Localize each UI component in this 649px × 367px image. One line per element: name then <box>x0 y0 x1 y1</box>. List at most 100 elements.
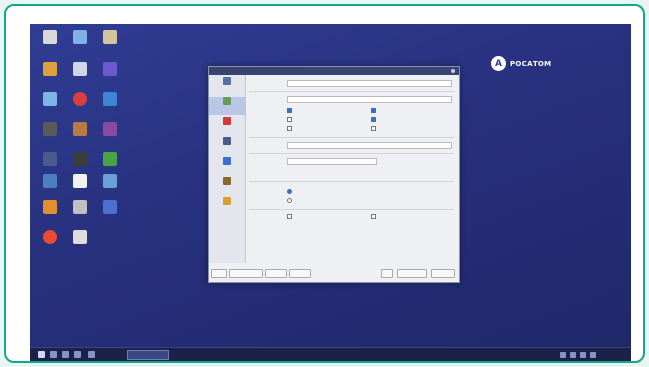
screen-icon <box>43 174 57 188</box>
cursor-select[interactable] <box>287 80 452 87</box>
desktop-icon-20[interactable] <box>66 200 94 214</box>
category-clock[interactable] <box>209 177 245 195</box>
network-icon[interactable] <box>570 352 576 358</box>
workspace-switcher[interactable] <box>88 351 95 358</box>
desktop-icon-8[interactable] <box>66 92 94 106</box>
document-icon <box>73 62 87 76</box>
desktop-icon-9[interactable] <box>96 92 124 106</box>
desktop-icon-3[interactable] <box>96 30 124 44</box>
window-icon <box>223 77 231 85</box>
desktop-icon-16[interactable] <box>36 174 64 188</box>
brush-icon <box>223 157 231 165</box>
keyboard-layout-icon[interactable] <box>560 352 566 358</box>
desktop-icon-21[interactable] <box>96 200 124 214</box>
category-fonts[interactable] <box>209 117 245 135</box>
extra-options-block <box>249 213 454 233</box>
taskbar-task-settings[interactable] <box>127 350 169 360</box>
document-icon <box>73 230 87 244</box>
category-panel[interactable] <box>209 97 245 115</box>
browser-icon <box>43 230 57 244</box>
cursor-row <box>249 79 454 89</box>
desktop-icon-14[interactable] <box>66 152 94 166</box>
checkbox[interactable] <box>371 126 376 131</box>
dialog-button-2[interactable] <box>229 269 263 278</box>
checkbox[interactable] <box>287 126 292 131</box>
divider <box>249 209 454 210</box>
desktop-icon-23[interactable] <box>66 230 94 244</box>
cube-icon <box>103 200 117 214</box>
radio[interactable] <box>287 189 292 194</box>
terminal-icon <box>73 152 87 166</box>
category-desktop[interactable] <box>209 137 245 155</box>
desktop-icon-11[interactable] <box>66 122 94 136</box>
desktop-icon-6[interactable] <box>96 62 124 76</box>
size-block <box>249 185 454 207</box>
icons-row <box>249 95 454 105</box>
option-right-3[interactable] <box>371 125 441 131</box>
window-titlebar[interactable] <box>209 67 459 75</box>
monitor-icon <box>73 30 87 44</box>
desktop-icon-4[interactable] <box>36 62 64 76</box>
checkbox[interactable] <box>371 214 376 219</box>
checkbox[interactable] <box>371 117 376 122</box>
quick-launch-icon[interactable] <box>50 351 57 358</box>
divider <box>249 181 454 182</box>
dialog-button-1[interactable] <box>211 269 227 278</box>
option-right-1[interactable] <box>371 107 441 113</box>
option-left-2[interactable] <box>287 116 357 122</box>
document-icon <box>73 174 87 188</box>
combo-option-1[interactable] <box>287 213 357 219</box>
checkbox[interactable] <box>287 214 292 219</box>
desktop-icon-22[interactable] <box>36 230 64 244</box>
desktop-icon-1[interactable] <box>36 30 64 44</box>
category-programs[interactable] <box>209 197 245 215</box>
desktop-icon-17[interactable] <box>66 174 94 188</box>
settings-window[interactable] <box>208 66 460 283</box>
desktop-icon-19[interactable] <box>36 200 64 214</box>
checkbox[interactable] <box>287 117 292 122</box>
settings-main <box>249 79 454 235</box>
app-icon <box>103 152 117 166</box>
dialog-button-6[interactable] <box>397 269 427 278</box>
decoration-select[interactable] <box>287 142 452 149</box>
radio[interactable] <box>287 198 292 203</box>
people-icon <box>73 200 87 214</box>
color-scheme-select[interactable] <box>287 158 377 165</box>
quick-launch-icon[interactable] <box>74 351 81 358</box>
quick-launch-icon[interactable] <box>62 351 69 358</box>
desktop-icon-7[interactable] <box>36 92 64 106</box>
settings-category-list <box>209 75 246 263</box>
radio-option-1[interactable] <box>287 188 357 194</box>
dialog-button-7[interactable] <box>431 269 455 278</box>
rosatom-logo-icon: A <box>491 56 506 71</box>
volume-icon[interactable] <box>580 352 586 358</box>
panel-icon <box>223 97 231 105</box>
printer-icon <box>43 122 57 136</box>
option-left-1[interactable] <box>287 107 357 113</box>
desktop-icon-12[interactable] <box>96 122 124 136</box>
option-left-3[interactable] <box>287 125 357 131</box>
desktop-icon-13[interactable] <box>36 152 64 166</box>
checkbox[interactable] <box>371 108 376 113</box>
dialog-button-4[interactable] <box>289 269 311 278</box>
category-effects[interactable] <box>209 157 245 175</box>
option-right-2[interactable] <box>371 116 441 122</box>
calendar-icon <box>103 174 117 188</box>
checkbox[interactable] <box>287 108 292 113</box>
dialog-button-5[interactable] <box>381 269 393 278</box>
rosatom-logo-text: РОСАТОМ <box>510 59 552 68</box>
desktop-icon-2[interactable] <box>66 30 94 44</box>
tray-icon[interactable] <box>590 352 596 358</box>
gear-icon <box>223 197 231 205</box>
desktop-icon-15[interactable] <box>96 152 124 166</box>
dialog-button-3[interactable] <box>265 269 287 278</box>
desktop-icon-10[interactable] <box>36 122 64 136</box>
combo-option-2[interactable] <box>371 213 441 219</box>
start-menu-icon[interactable] <box>38 351 45 358</box>
radio-option-2[interactable] <box>287 197 357 203</box>
close-window-icon[interactable] <box>451 69 455 73</box>
desktop-icon-18[interactable] <box>96 174 124 188</box>
desktop-icon-5[interactable] <box>66 62 94 76</box>
icon-theme-select[interactable] <box>287 96 452 103</box>
category-window[interactable] <box>209 77 245 95</box>
